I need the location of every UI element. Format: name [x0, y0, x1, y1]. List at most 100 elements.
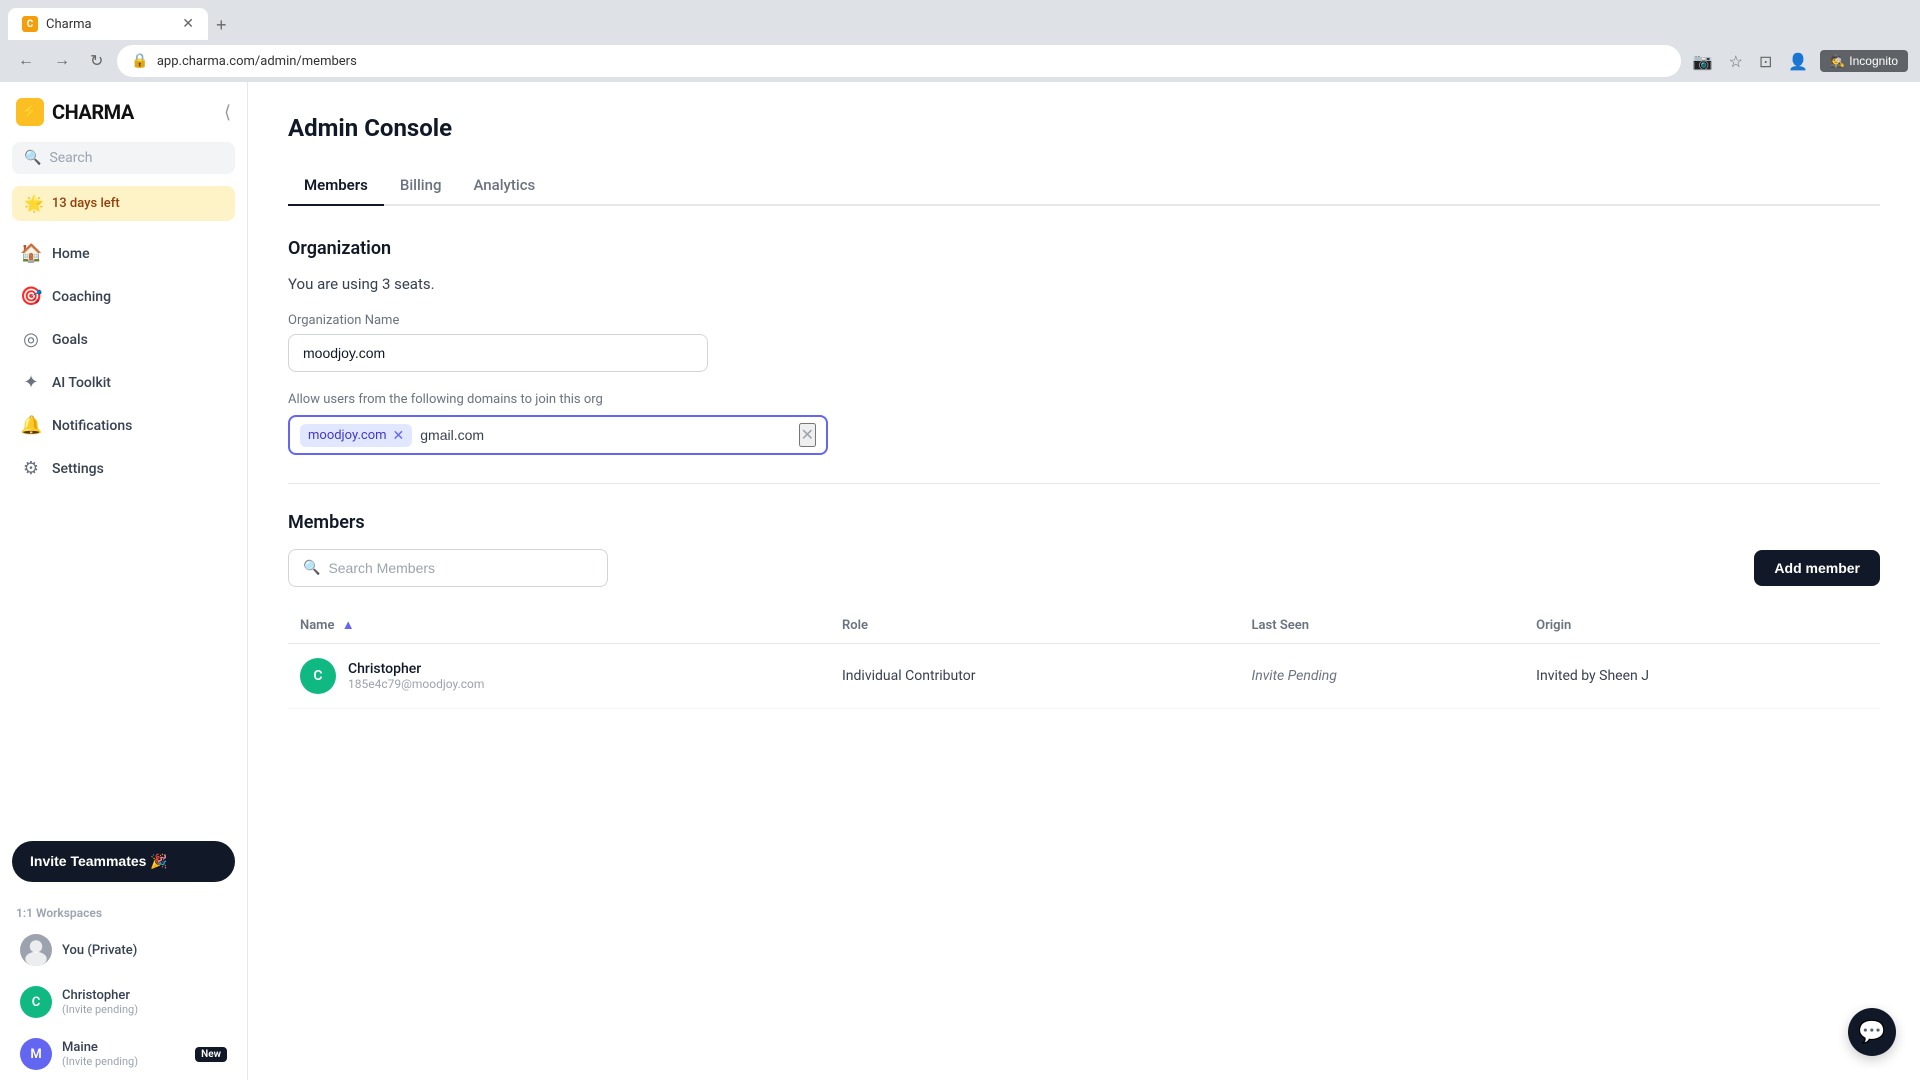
- search-icon: 🔍: [24, 150, 41, 166]
- col-header-origin: Origin: [1524, 607, 1880, 644]
- domain-tag-remove-button[interactable]: ✕: [393, 427, 405, 444]
- organization-section: Organization You are using 3 seats. Orga…: [288, 238, 1880, 455]
- members-table: Name ▲ Role Last Seen Origin: [288, 607, 1880, 709]
- sort-icon: ▲: [342, 618, 355, 633]
- sidebar-item-settings[interactable]: ⚙ Settings: [8, 448, 239, 489]
- sidebar-item-goals[interactable]: ◎ Goals: [8, 319, 239, 360]
- member-info: Christopher 185e4c79@moodjoy.com: [348, 661, 484, 691]
- trial-text: 13 days left: [52, 196, 120, 211]
- invite-teammates-label: Invite Teammates 🎉: [30, 853, 168, 870]
- workspace-christopher-sub: (Invite pending): [62, 1003, 227, 1016]
- members-table-body: C Christopher 185e4c79@moodjoy.com Indiv…: [288, 644, 1880, 709]
- back-button[interactable]: ←: [12, 48, 40, 74]
- add-member-button[interactable]: Add member: [1754, 550, 1880, 586]
- org-name-group: Organization Name: [288, 313, 1880, 372]
- search-members-input[interactable]: [328, 560, 593, 576]
- workspace-christopher-name: Christopher: [62, 988, 227, 1003]
- workspace-private-info: You (Private): [62, 943, 227, 958]
- app-wrapper: ⚡ CHARMA ⟨ 🔍 Search 🌟 13 days left 🏠 Hom…: [0, 82, 1920, 1080]
- logo: ⚡ CHARMA: [16, 98, 134, 126]
- logo-text: CHARMA: [52, 100, 134, 124]
- workspace-maine-sub: (Invite pending): [62, 1055, 185, 1068]
- workspace-item-christopher[interactable]: C Christopher (Invite pending): [8, 978, 239, 1026]
- sidebar-item-settings-label: Settings: [52, 461, 104, 477]
- workspace-private-name: You (Private): [62, 943, 227, 958]
- sidebar-item-coaching-label: Coaching: [52, 289, 111, 305]
- sidebar-search[interactable]: 🔍 Search: [12, 142, 235, 174]
- sidebar-item-home[interactable]: 🏠 Home: [8, 233, 239, 274]
- domains-clear-button[interactable]: ✕: [799, 423, 816, 447]
- member-name: Christopher: [348, 661, 484, 677]
- tab-members[interactable]: Members: [288, 166, 384, 206]
- browser-toolbar: ← → ↻ 🔒 app.charma.com/admin/members 📷 ☆…: [0, 40, 1920, 82]
- workspace-christopher-info: Christopher (Invite pending): [62, 988, 227, 1016]
- tab-billing[interactable]: Billing: [384, 166, 458, 206]
- active-tab[interactable]: C Charma ✕: [8, 8, 208, 40]
- members-section-title: Members: [288, 512, 1880, 533]
- domains-input-wrapper[interactable]: moodjoy.com ✕ ✕: [288, 415, 828, 455]
- avatar-private: [20, 934, 52, 966]
- member-role-cell: Individual Contributor: [830, 644, 1240, 709]
- chat-bubble[interactable]: 💬: [1848, 1008, 1896, 1056]
- sidebar-logo-area: ⚡ CHARMA ⟨: [0, 82, 247, 138]
- tab-close-icon[interactable]: ✕: [182, 16, 194, 32]
- address-bar[interactable]: 🔒 app.charma.com/admin/members: [117, 45, 1680, 77]
- members-section: Members 🔍 Add member Name ▲: [288, 512, 1880, 709]
- chat-bubble-icon: 💬: [1858, 1020, 1885, 1045]
- seats-info: You are using 3 seats.: [288, 275, 1880, 293]
- sidebar-item-coaching[interactable]: 🎯 Coaching: [8, 276, 239, 317]
- members-table-head: Name ▲ Role Last Seen Origin: [288, 607, 1880, 644]
- avatar-maine: M: [20, 1038, 52, 1070]
- settings-icon: ⚙: [20, 458, 42, 479]
- sidebar-item-home-label: Home: [52, 246, 90, 262]
- notifications-icon: 🔔: [20, 415, 42, 436]
- incognito-icon: 🕵: [1830, 54, 1845, 68]
- table-row[interactable]: C Christopher 185e4c79@moodjoy.com Indiv…: [288, 644, 1880, 709]
- members-table-header-row: Name ▲ Role Last Seen Origin: [288, 607, 1880, 644]
- search-placeholder: Search: [49, 150, 92, 166]
- member-name-cell: C Christopher 185e4c79@moodjoy.com: [288, 644, 830, 709]
- member-origin-cell: Invited by Sheen J: [1524, 644, 1880, 709]
- search-members-icon: 🔍: [303, 560, 320, 576]
- workspace-maine-info: Maine (Invite pending): [62, 1040, 185, 1068]
- sidebar-item-notifications[interactable]: 🔔 Notifications: [8, 405, 239, 446]
- domains-group: Allow users from the following domains t…: [288, 392, 1880, 455]
- workspace-item-maine[interactable]: M Maine (Invite pending) New: [8, 1030, 239, 1078]
- organization-section-title: Organization: [288, 238, 1880, 259]
- domain-tag-moodjoy: moodjoy.com ✕: [300, 424, 412, 447]
- star-icon[interactable]: ☆: [1725, 48, 1747, 75]
- forward-button[interactable]: →: [48, 48, 76, 74]
- sidebar-item-goals-label: Goals: [52, 332, 88, 348]
- trial-badge: 🌟 13 days left: [12, 186, 235, 221]
- workspace-maine-name: Maine: [62, 1040, 185, 1055]
- sidebar-item-ai-toolkit[interactable]: ✦ AI Toolkit: [8, 362, 239, 403]
- org-name-input[interactable]: [288, 334, 708, 372]
- workspace-item-private[interactable]: You (Private): [8, 926, 239, 974]
- admin-tabs: Members Billing Analytics: [288, 166, 1880, 206]
- browser-chrome: C Charma ✕ + ← → ↻ 🔒 app.charma.com/admi…: [0, 0, 1920, 82]
- new-tab-button[interactable]: +: [208, 11, 235, 40]
- split-view-icon[interactable]: ⊡: [1755, 48, 1776, 75]
- incognito-button[interactable]: 🕵 Incognito: [1820, 50, 1908, 72]
- profile-icon[interactable]: 👤: [1784, 48, 1812, 75]
- new-badge: New: [195, 1047, 227, 1062]
- domain-input-field[interactable]: [420, 427, 790, 443]
- reload-button[interactable]: ↻: [84, 47, 109, 75]
- workspaces-section-label: 1:1 Workspaces: [0, 898, 247, 924]
- member-avatar: C: [300, 658, 336, 694]
- section-divider: [288, 483, 1880, 484]
- members-header: 🔍 Add member: [288, 549, 1880, 587]
- invite-teammates-button[interactable]: Invite Teammates 🎉: [12, 841, 235, 882]
- col-header-name[interactable]: Name ▲: [288, 607, 830, 644]
- page-title: Admin Console: [288, 114, 1880, 142]
- goals-icon: ◎: [20, 329, 42, 350]
- sidebar: ⚡ CHARMA ⟨ 🔍 Search 🌟 13 days left 🏠 Hom…: [0, 82, 248, 1080]
- invite-pending-text: Invite Pending: [1252, 668, 1337, 684]
- logo-icon: ⚡: [16, 98, 44, 126]
- sidebar-collapse-icon[interactable]: ⟨: [224, 102, 231, 123]
- col-header-role: Role: [830, 607, 1240, 644]
- org-name-label: Organization Name: [288, 313, 1880, 328]
- trial-icon: 🌟: [24, 194, 44, 213]
- tab-analytics[interactable]: Analytics: [457, 166, 551, 206]
- search-members-field[interactable]: 🔍: [288, 549, 608, 587]
